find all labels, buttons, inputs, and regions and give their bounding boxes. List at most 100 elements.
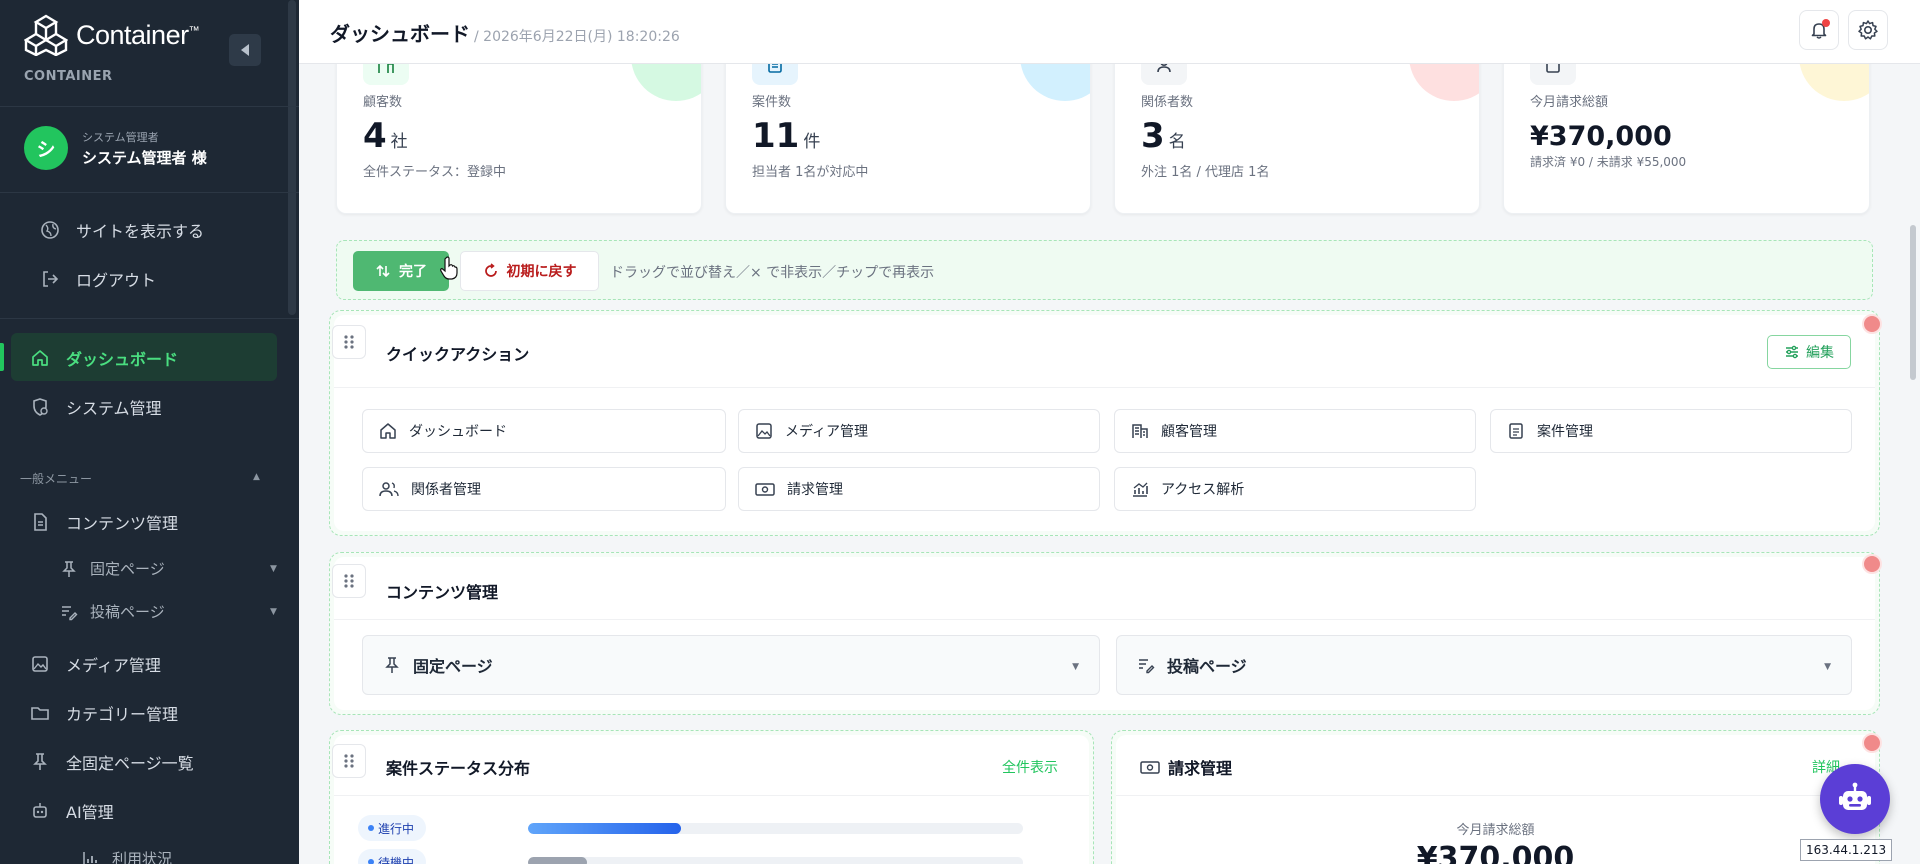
stat-value: 4社 [363, 116, 408, 156]
hand-cursor-icon [440, 256, 458, 280]
ip-address-label: 163.44.1.213 [1800, 839, 1893, 861]
stat-card-billing: 今月請求総額 ¥370,000 請求済 ¥0 / 未請求 ¥55,000 [1503, 50, 1870, 214]
logout-link[interactable]: ログアウト [40, 267, 156, 291]
building-icon [1132, 424, 1148, 438]
chart-icon [83, 851, 97, 864]
view-site-link[interactable]: サイトを表示する [40, 218, 204, 242]
billing-total-label: 今月請求総額 [1456, 823, 1535, 838]
page-title: ダッシュボード/ 2026年6月22日(月) 18:20:26 [330, 22, 680, 46]
stat-subtext: 外注 1名 / 代理店 1名 [1141, 165, 1270, 180]
status-bar-waiting [528, 857, 1023, 864]
users-icon [379, 482, 399, 497]
remove-widget-button[interactable] [1862, 733, 1882, 753]
analytics-icon [1133, 482, 1148, 497]
drag-handle[interactable] [332, 564, 366, 598]
user-role: システム管理者 [82, 130, 159, 144]
edit-list-icon [62, 605, 78, 620]
sidebar-item-usage[interactable]: 利用状況 [82, 848, 172, 864]
billing-total-value: ¥370,000 [1416, 841, 1575, 864]
sidebar-item-ai[interactable]: AI管理 [30, 799, 114, 823]
sort-arrows-icon [376, 264, 390, 278]
collapse-sidebar-button[interactable] [229, 34, 261, 66]
stat-label: 顧客数 [363, 95, 403, 110]
robot-icon [33, 803, 47, 818]
sidebar-item-dashboard[interactable]: ダッシュボード [30, 346, 178, 370]
stat-card-projects: 案件数 11 件 担当者 1名が対応中 [725, 50, 1091, 214]
settings-button[interactable] [1848, 10, 1888, 50]
sidebar-item-categories[interactable]: カテゴリー管理 [30, 701, 178, 725]
remove-widget-button[interactable] [1862, 314, 1882, 334]
quick-action-stakeholders[interactable]: 関係者管理 [362, 467, 726, 511]
widget-title: クイックアクション [386, 345, 530, 364]
logo-subtitle: CONTAINER [24, 69, 113, 84]
divider [0, 192, 299, 193]
widget-title: コンテンツ管理 [386, 583, 499, 602]
robot-icon [1839, 782, 1871, 810]
drag-handle[interactable] [332, 325, 366, 359]
user-profile[interactable]: シ システム管理者 システム管理者 様 [24, 126, 207, 170]
quick-action-analytics[interactable]: アクセス解析 [1114, 467, 1476, 511]
content-fixed-pages-dropdown[interactable]: 固定ページ ▼ [362, 635, 1100, 695]
toolbar-hint: ドラッグで並び替え／× で非表示／チップで再表示 [610, 265, 935, 281]
sidebar-item-media[interactable]: メディア管理 [30, 652, 161, 676]
refresh-icon [484, 263, 497, 277]
quick-action-billing[interactable]: 請求管理 [738, 467, 1100, 511]
chevron-down-icon[interactable]: ▼ [270, 564, 277, 574]
logout-icon [43, 271, 59, 287]
logo[interactable]: Container™ [24, 14, 200, 56]
sidebar-item-system[interactable]: システム管理 [30, 395, 162, 419]
stat-subtext: 全件ステータス：登録中 [363, 165, 507, 180]
pin-icon [62, 560, 76, 577]
user-name: システム管理者 様 [82, 148, 207, 167]
remove-widget-button[interactable] [1862, 554, 1882, 574]
done-button[interactable]: 完了 [353, 251, 449, 291]
quick-action-customers[interactable]: 顧客管理 [1114, 409, 1476, 453]
drag-dots-icon [344, 574, 354, 588]
avatar: シ [24, 126, 68, 170]
bar-fill [528, 823, 682, 834]
cube-logo-icon [24, 14, 68, 56]
widget-content-management: コンテンツ管理 固定ページ ▼ 投稿ページ ▼ [329, 552, 1880, 715]
status-chip-in-progress[interactable]: 進行中 [358, 815, 427, 841]
chevron-up-icon[interactable]: ▲ [253, 472, 260, 482]
pin-icon [385, 657, 399, 673]
stat-subtext: 担当者 1名が対応中 [752, 165, 869, 180]
globe-icon [41, 221, 59, 239]
drag-handle[interactable] [332, 744, 366, 778]
drag-dots-icon [344, 754, 354, 768]
quick-action-media[interactable]: メディア管理 [738, 409, 1100, 453]
sidebar-item-content[interactable]: コンテンツ管理 [30, 510, 178, 534]
top-bar: ダッシュボード/ 2026年6月22日(月) 18:20:26 [299, 0, 1920, 64]
stat-label: 今月請求総額 [1530, 95, 1609, 110]
stat-label: 案件数 [752, 95, 792, 110]
sidebar: Container™ CONTAINER シ システム管理者 システム管理者 様… [0, 0, 299, 864]
notifications-button[interactable] [1799, 10, 1839, 50]
view-all-link[interactable]: 全件表示 [1002, 757, 1058, 777]
pin-icon [33, 753, 47, 770]
widget-title: 案件ステータス分布 [386, 759, 531, 778]
home-icon [32, 350, 48, 366]
chevron-down-icon: ▼ [1824, 662, 1831, 672]
active-indicator [0, 343, 4, 371]
edit-quick-actions-button[interactable]: 編集 [1767, 335, 1851, 369]
sidebar-scrollbar[interactable] [288, 0, 296, 315]
sidebar-item-fixed-pages[interactable]: 固定ページ [60, 558, 165, 579]
page-scrollbar[interactable] [1910, 225, 1916, 380]
bar-fill [528, 857, 588, 864]
sidebar-item-all-fixed-pages[interactable]: 全固定ページ一覧 [30, 750, 194, 774]
ai-assistant-button[interactable] [1820, 764, 1890, 834]
quick-action-projects[interactable]: 案件管理 [1490, 409, 1852, 453]
sidebar-item-posts[interactable]: 投稿ページ [60, 601, 165, 622]
content-posts-dropdown[interactable]: 投稿ページ ▼ [1116, 635, 1852, 695]
status-chip-waiting[interactable]: 待機中 [358, 849, 427, 864]
widget-title: 請求管理 [1140, 755, 1232, 779]
stat-value: 3名 [1141, 116, 1186, 156]
image-icon [756, 423, 772, 439]
chevron-down-icon[interactable]: ▼ [270, 607, 277, 617]
edit-list-icon [1139, 659, 1155, 674]
quick-action-dashboard[interactable]: ダッシュボード [362, 409, 726, 453]
reset-button[interactable]: 初期に戻す [460, 251, 599, 291]
stat-label: 関係者数 [1141, 95, 1194, 110]
divider [0, 318, 299, 319]
money-icon [1140, 761, 1160, 774]
